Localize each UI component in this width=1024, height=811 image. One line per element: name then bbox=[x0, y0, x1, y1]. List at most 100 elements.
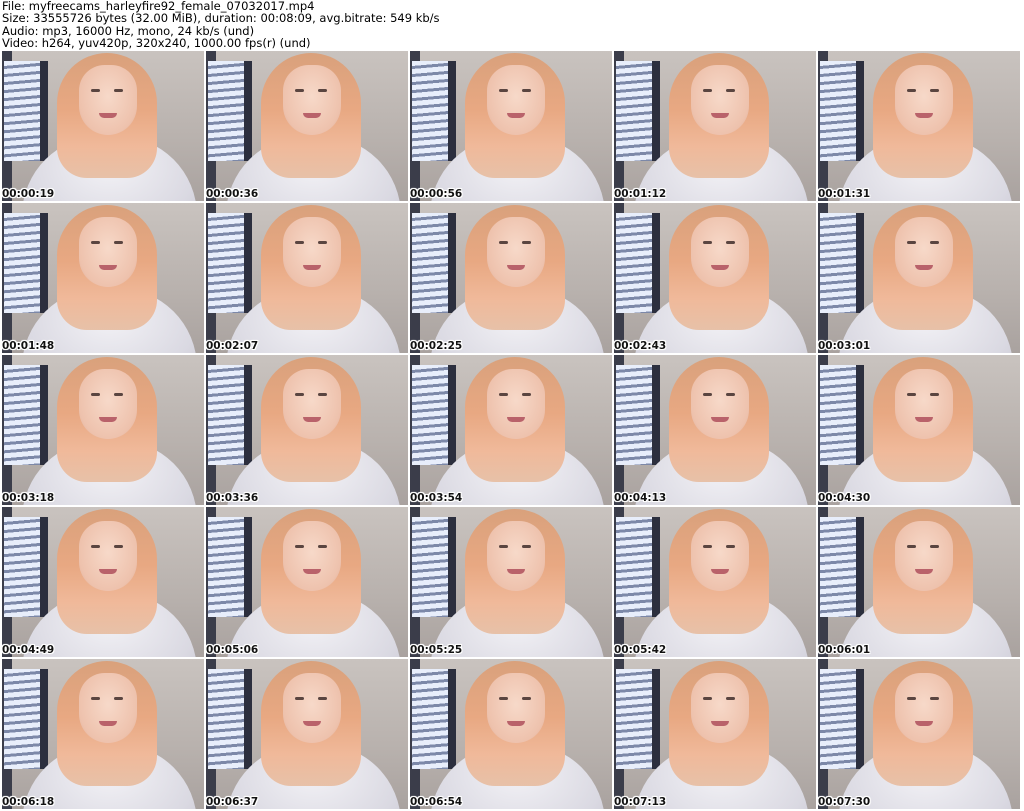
left-eye bbox=[907, 241, 916, 244]
right-eye bbox=[114, 393, 123, 396]
timestamp-label: 00:02:25 bbox=[410, 340, 463, 352]
window-blinds bbox=[4, 517, 48, 617]
timestamp-label: 00:06:18 bbox=[2, 796, 55, 808]
mouth bbox=[507, 417, 525, 422]
video-thumbnail: 00:07:30 bbox=[818, 659, 1020, 809]
left-eye bbox=[907, 545, 916, 548]
timestamp-label: 00:00:56 bbox=[410, 188, 463, 200]
timestamp-label: 00:05:06 bbox=[206, 644, 259, 656]
video-thumbnail: 00:06:37 bbox=[206, 659, 408, 809]
video-thumbnail: 00:01:12 bbox=[614, 51, 816, 201]
face bbox=[79, 673, 137, 743]
face bbox=[691, 65, 749, 135]
video-thumbnail: 00:05:42 bbox=[614, 507, 816, 657]
video-thumbnail: 00:00:56 bbox=[410, 51, 612, 201]
mouth bbox=[915, 113, 933, 118]
face bbox=[283, 217, 341, 287]
mouth bbox=[99, 721, 117, 726]
right-eye bbox=[522, 241, 531, 244]
video-thumbnail: 00:04:13 bbox=[614, 355, 816, 505]
mouth bbox=[915, 569, 933, 574]
video-thumbnail: 00:03:54 bbox=[410, 355, 612, 505]
left-eye bbox=[91, 89, 100, 92]
face bbox=[79, 217, 137, 287]
face bbox=[283, 65, 341, 135]
right-eye bbox=[522, 545, 531, 548]
face bbox=[487, 521, 545, 591]
mouth bbox=[507, 265, 525, 270]
window-blinds bbox=[616, 365, 660, 465]
video-thumbnail: 00:03:01 bbox=[818, 203, 1020, 353]
video-thumbnail: 00:06:54 bbox=[410, 659, 612, 809]
window-blinds bbox=[412, 213, 456, 313]
video-thumbnail: 00:02:43 bbox=[614, 203, 816, 353]
window-blinds bbox=[208, 365, 252, 465]
right-eye bbox=[726, 89, 735, 92]
left-eye bbox=[499, 393, 508, 396]
left-eye bbox=[91, 241, 100, 244]
left-eye bbox=[295, 393, 304, 396]
right-eye bbox=[726, 393, 735, 396]
timestamp-label: 00:00:36 bbox=[206, 188, 259, 200]
timestamp-label: 00:04:30 bbox=[818, 492, 871, 504]
timestamp-label: 00:04:13 bbox=[614, 492, 667, 504]
timestamp-label: 00:06:37 bbox=[206, 796, 259, 808]
timestamp-label: 00:07:13 bbox=[614, 796, 667, 808]
right-eye bbox=[930, 393, 939, 396]
right-eye bbox=[318, 393, 327, 396]
timestamp-label: 00:03:18 bbox=[2, 492, 55, 504]
thumbnail-grid: 00:00:19 00:00:36 00:00:56 00:01:12 00:01:31… bbox=[2, 51, 1020, 809]
face bbox=[79, 521, 137, 591]
right-eye bbox=[114, 545, 123, 548]
face bbox=[79, 65, 137, 135]
window-blinds bbox=[820, 517, 864, 617]
left-eye bbox=[907, 697, 916, 700]
mouth bbox=[711, 721, 729, 726]
mouth bbox=[711, 417, 729, 422]
mouth bbox=[915, 721, 933, 726]
timestamp-label: 00:06:01 bbox=[818, 644, 871, 656]
file-info-header: File: myfreecams_harleyfire92_female_070… bbox=[2, 0, 1022, 50]
left-eye bbox=[295, 697, 304, 700]
mouth bbox=[303, 569, 321, 574]
video-thumbnail: 00:04:30 bbox=[818, 355, 1020, 505]
timestamp-label: 00:03:01 bbox=[818, 340, 871, 352]
window-blinds bbox=[616, 61, 660, 161]
right-eye bbox=[114, 89, 123, 92]
video-thumbnail: 00:04:49 bbox=[2, 507, 204, 657]
mouth bbox=[507, 721, 525, 726]
left-eye bbox=[499, 697, 508, 700]
mouth bbox=[303, 417, 321, 422]
face bbox=[283, 369, 341, 439]
window-blinds bbox=[4, 365, 48, 465]
timestamp-label: 00:02:43 bbox=[614, 340, 667, 352]
right-eye bbox=[318, 697, 327, 700]
left-eye bbox=[295, 545, 304, 548]
window-blinds bbox=[208, 517, 252, 617]
mouth bbox=[711, 569, 729, 574]
right-eye bbox=[726, 545, 735, 548]
window-blinds bbox=[208, 213, 252, 313]
video-thumbnail: 00:02:07 bbox=[206, 203, 408, 353]
timestamp-label: 00:00:19 bbox=[2, 188, 55, 200]
mouth bbox=[303, 113, 321, 118]
window-blinds bbox=[820, 61, 864, 161]
window-blinds bbox=[208, 61, 252, 161]
left-eye bbox=[703, 697, 712, 700]
window-blinds bbox=[820, 213, 864, 313]
mouth bbox=[711, 113, 729, 118]
window-blinds bbox=[616, 669, 660, 769]
right-eye bbox=[930, 545, 939, 548]
left-eye bbox=[91, 545, 100, 548]
face bbox=[283, 673, 341, 743]
video-thumbnail: 00:05:25 bbox=[410, 507, 612, 657]
window-blinds bbox=[820, 365, 864, 465]
mouth bbox=[99, 113, 117, 118]
window-blinds bbox=[412, 517, 456, 617]
left-eye bbox=[295, 241, 304, 244]
timestamp-label: 00:02:07 bbox=[206, 340, 259, 352]
video-thumbnail: 00:02:25 bbox=[410, 203, 612, 353]
timestamp-label: 00:06:54 bbox=[410, 796, 463, 808]
mouth bbox=[303, 265, 321, 270]
video-thumbnail: 00:01:48 bbox=[2, 203, 204, 353]
